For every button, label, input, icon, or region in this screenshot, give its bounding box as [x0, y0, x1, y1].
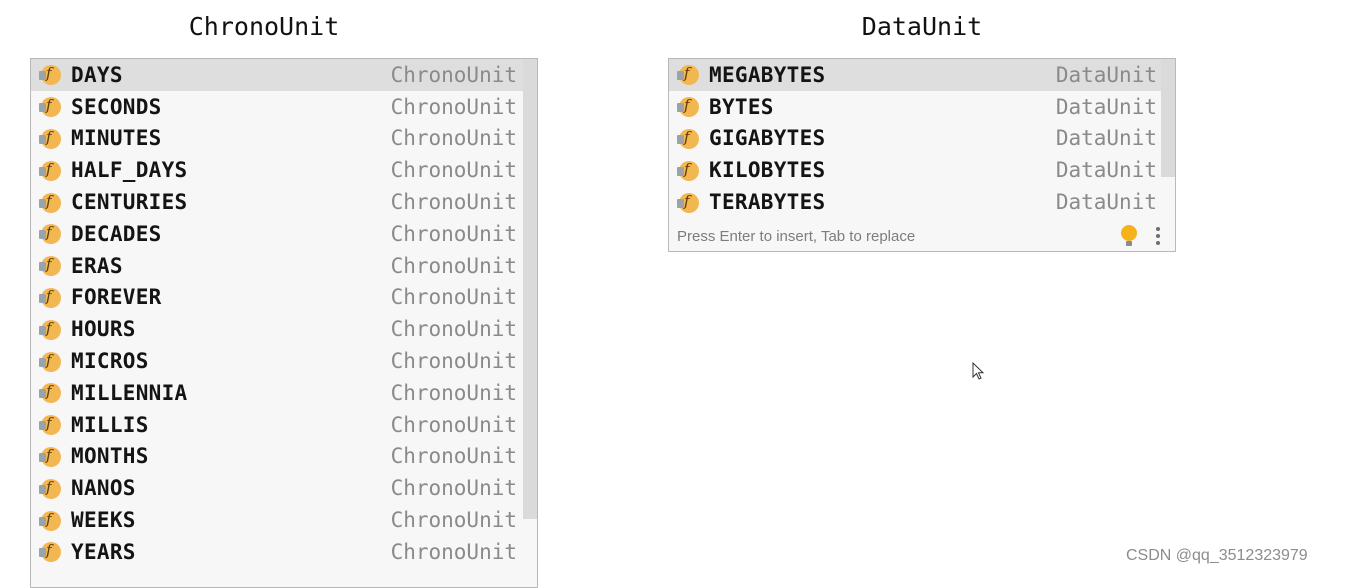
chronounit-completion-popup: f DAYS ChronoUnit f SECONDS ChronoUnit f MINUTE…	[30, 58, 538, 588]
completion-item-type: ChronoUnit	[390, 221, 517, 246]
field-icon: f	[677, 64, 699, 86]
field-icon: f	[39, 446, 61, 467]
field-icon: f	[39, 64, 61, 86]
completion-item[interactable]: f KILOBYTES DataUnit	[669, 154, 1175, 186]
completion-item[interactable]: f MEGABYTES DataUnit	[669, 59, 1175, 91]
completion-item-type: ChronoUnit	[390, 190, 517, 215]
chronounit-title: ChronoUnit	[188, 12, 340, 41]
completion-item-name: WEEKS	[71, 508, 136, 533]
field-icon: f	[39, 382, 61, 404]
field-icon: f	[39, 192, 61, 213]
completion-item-name: HOURS	[71, 317, 136, 342]
watermark: CSDN @qq_3512323979	[1126, 547, 1308, 564]
completion-item[interactable]: f YEARS ChronoUnit	[31, 536, 537, 568]
completion-item-type: ChronoUnit	[390, 285, 517, 310]
field-icon: f	[39, 287, 61, 308]
completion-item[interactable]: f NANOS ChronoUnit	[31, 472, 537, 504]
completion-item-type: ChronoUnit	[390, 539, 517, 564]
field-icon: f	[677, 192, 699, 213]
completion-item-name: GIGABYTES	[709, 126, 826, 151]
dataunit-scrollbar[interactable]	[1161, 59, 1175, 177]
field-icon: f	[39, 541, 61, 563]
completion-item[interactable]: f DAYS ChronoUnit	[31, 59, 537, 91]
completion-item-type: ChronoUnit	[390, 476, 517, 501]
completion-item[interactable]: f GIGABYTES DataUnit	[669, 123, 1175, 155]
completion-item[interactable]: f SECONDS ChronoUnit	[31, 91, 537, 123]
completion-item[interactable]: f WEEKS ChronoUnit	[31, 504, 537, 536]
completion-hint: Press Enter to insert, Tab to replace	[677, 227, 916, 245]
completion-item-type: ChronoUnit	[390, 317, 517, 342]
completion-item[interactable]: f FOREVER ChronoUnit	[31, 282, 537, 314]
completion-item-type: ChronoUnit	[390, 412, 517, 437]
field-icon: f	[677, 160, 699, 181]
lightbulb-icon[interactable]	[1121, 225, 1137, 247]
field-icon: f	[39, 510, 61, 531]
completion-item[interactable]: f DECADES ChronoUnit	[31, 218, 537, 250]
completion-item-name: FOREVER	[71, 285, 162, 310]
completion-item-name: ERAS	[71, 253, 123, 278]
completion-item-type: DataUnit	[1055, 190, 1157, 215]
completion-item-name: DECADES	[71, 221, 162, 246]
field-icon: f	[39, 351, 61, 372]
completion-item[interactable]: f TERABYTES DataUnit	[669, 186, 1175, 218]
chronounit-scrollbar[interactable]	[523, 59, 537, 519]
field-icon: f	[677, 128, 699, 149]
completion-item-type: DataUnit	[1055, 62, 1157, 87]
field-icon: f	[39, 319, 61, 340]
completion-item-name: TERABYTES	[709, 190, 826, 215]
completion-item-name: MICROS	[71, 349, 149, 374]
completion-item-type: ChronoUnit	[390, 380, 517, 405]
completion-item-name: DAYS	[71, 62, 123, 87]
completion-item-type: ChronoUnit	[390, 94, 517, 119]
field-icon: f	[39, 160, 61, 181]
completion-item-name: SECONDS	[71, 94, 162, 119]
completion-item-name: MEGABYTES	[709, 62, 826, 87]
chronounit-completion-list: f DAYS ChronoUnit f SECONDS ChronoUnit f MINUTE…	[31, 59, 537, 568]
completion-item-name: YEARS	[71, 539, 136, 564]
completion-item-type: ChronoUnit	[390, 126, 517, 151]
completion-item[interactable]: f HALF_DAYS ChronoUnit	[31, 154, 537, 186]
completion-item-type: ChronoUnit	[390, 158, 517, 183]
dataunit-completion-popup: f MEGABYTES DataUnit f BYTES DataUnit f GIGABYT…	[668, 58, 1176, 252]
completion-item[interactable]: f MICROS ChronoUnit	[31, 345, 537, 377]
completion-footer: Press Enter to insert, Tab to replace	[669, 219, 1175, 251]
field-icon: f	[39, 255, 61, 277]
completion-item-type: ChronoUnit	[390, 444, 517, 469]
completion-item-type: DataUnit	[1055, 94, 1157, 119]
completion-item-type: ChronoUnit	[390, 253, 517, 278]
completion-item-type: ChronoUnit	[390, 349, 517, 374]
field-icon: f	[39, 96, 61, 118]
completion-item[interactable]: f HOURS ChronoUnit	[31, 313, 537, 345]
completion-item[interactable]: f CENTURIES ChronoUnit	[31, 186, 537, 218]
field-icon: f	[39, 223, 61, 245]
mouse-cursor-icon	[972, 361, 986, 386]
completion-item[interactable]: f ERAS ChronoUnit	[31, 250, 537, 282]
completion-item-name: MINUTES	[71, 126, 162, 151]
completion-item-type: DataUnit	[1055, 126, 1157, 151]
dataunit-completion-list: f MEGABYTES DataUnit f BYTES DataUnit f GIGABYT…	[669, 59, 1175, 218]
completion-item-name: MONTHS	[71, 444, 149, 469]
completion-item-type: ChronoUnit	[390, 62, 517, 87]
completion-item-name: BYTES	[709, 94, 774, 119]
field-icon: f	[677, 96, 699, 118]
completion-item-name: NANOS	[71, 476, 136, 501]
field-icon: f	[39, 414, 61, 436]
field-icon: f	[39, 478, 61, 499]
completion-item[interactable]: f MILLENNIA ChronoUnit	[31, 377, 537, 409]
completion-item-name: CENTURIES	[71, 190, 188, 215]
completion-item[interactable]: f MINUTES ChronoUnit	[31, 123, 537, 155]
completion-item-name: KILOBYTES	[709, 158, 826, 183]
completion-item-name: HALF_DAYS	[71, 158, 188, 183]
field-icon: f	[39, 128, 61, 149]
dataunit-title: DataUnit	[861, 12, 983, 41]
completion-item[interactable]: f MILLIS ChronoUnit	[31, 409, 537, 441]
completion-item-name: MILLIS	[71, 412, 149, 437]
completion-item[interactable]: f BYTES DataUnit	[669, 91, 1175, 123]
completion-item-type: DataUnit	[1055, 158, 1157, 183]
completion-item-name: MILLENNIA	[71, 380, 188, 405]
more-vertical-icon[interactable]	[1156, 227, 1160, 245]
completion-item[interactable]: f MONTHS ChronoUnit	[31, 441, 537, 473]
completion-item-type: ChronoUnit	[390, 508, 517, 533]
